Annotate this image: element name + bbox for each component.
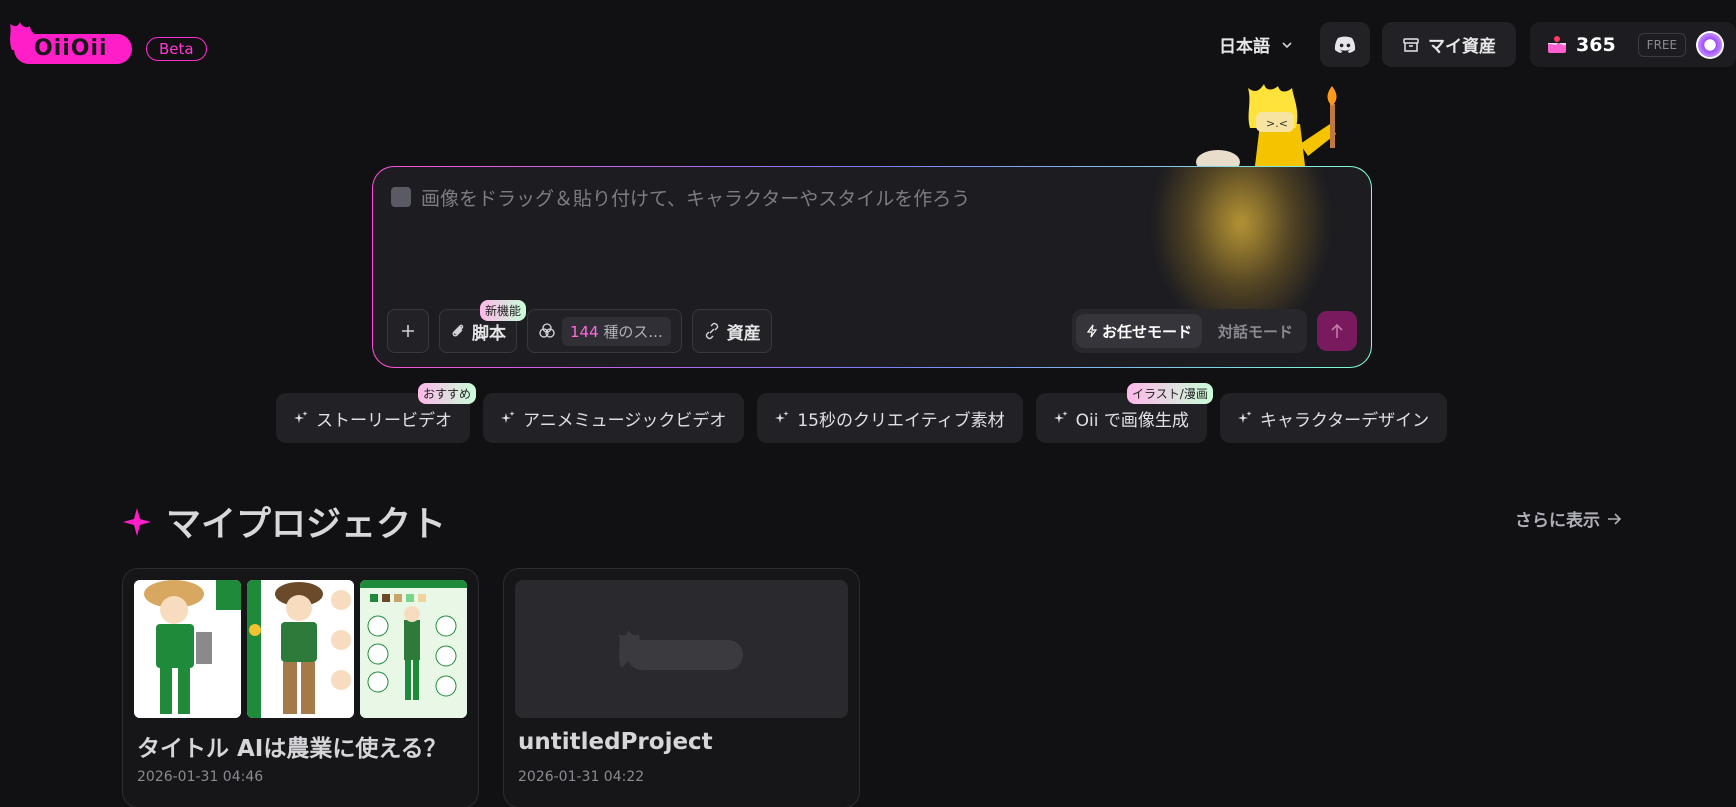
my-assets-label: マイ資産 (1428, 37, 1496, 57)
project-date: 2026-01-31 04:46 (137, 769, 264, 785)
recommended-badge: おすすめ (417, 383, 476, 404)
discord-icon (1334, 36, 1356, 53)
logo-text: OiiOii (34, 36, 108, 61)
discord-button[interactable] (1320, 22, 1370, 67)
prompt-box[interactable]: 画像をドラッグ＆貼り付けて、キャラクターやスタイルを作ろう 脚本 新機能 144… (372, 166, 1372, 368)
star-sparkle-icon (123, 507, 151, 536)
style-count-chip: 144 種のス... (562, 316, 671, 346)
project-card[interactable]: untitledProject 2026-01-31 04:22 (503, 568, 860, 807)
auto-mode-label: お任せモード (1101, 322, 1192, 341)
add-button[interactable] (387, 309, 429, 353)
my-assets-button[interactable]: マイ資産 (1382, 22, 1516, 67)
credits-count: 365 (1576, 33, 1616, 56)
style-count: 144 (570, 322, 599, 341)
projects-title: マイプロジェクト (166, 505, 447, 545)
image-icon (391, 187, 411, 207)
mode-switch: お任せモード 対話モード (1071, 309, 1307, 353)
arrow-right-icon (1608, 512, 1622, 525)
sparkle-icon (1237, 411, 1252, 423)
mascot-illustration: >.< (1196, 84, 1337, 174)
chat-mode-label: 対話モード (1217, 322, 1293, 341)
top-bar: 日本語 マイ資産 365 FREE (1219, 22, 1736, 67)
plus-icon (402, 325, 414, 337)
style-selector[interactable]: 144 種のス... (527, 309, 682, 353)
show-more-link[interactable]: さらに表示 (1515, 506, 1622, 531)
prompt-placeholder[interactable]: 画像をドラッグ＆貼り付けて、キャラクターやスタイルを作ろう (421, 184, 970, 211)
chip-label: ストーリービデオ (316, 410, 452, 431)
illustration-badge: イラスト/漫画 (1127, 383, 1213, 404)
sparkle-icon (294, 411, 308, 423)
new-feature-badge: 新機能 (479, 300, 526, 321)
character-thumbnail (247, 580, 354, 718)
chip-label: 15秒のクリエイティブ素材 (797, 410, 1005, 431)
assets-button[interactable]: 資産 (691, 309, 772, 353)
chip-label: Oii で画像生成 (1075, 410, 1189, 431)
chevron-down-icon (1282, 41, 1292, 48)
lightning-icon (1086, 324, 1098, 338)
link-icon (705, 322, 718, 340)
plan-badge: FREE (1637, 32, 1687, 57)
beta-badge: Beta (146, 37, 207, 61)
language-selector[interactable]: 日本語 (1219, 32, 1294, 57)
language-label: 日本語 (1219, 37, 1270, 57)
sparkle-icon (1053, 411, 1068, 423)
svg-text:>.<: >.< (1266, 117, 1288, 130)
project-thumbnails (134, 580, 467, 718)
chip-story-video[interactable]: ストーリービデオ おすすめ (276, 383, 476, 443)
script-label: 脚本 (472, 323, 506, 344)
chat-mode-tab[interactable]: 対話モード (1208, 314, 1303, 348)
logo-watermark-icon (618, 630, 743, 670)
suggestion-chips: ストーリービデオ おすすめ アニメミュージックビデオ 15秒のクリエイティブ素材… (276, 383, 1448, 443)
chip-label: アニメミュージックビデオ (523, 410, 727, 431)
style-suffix: 種のス... (598, 322, 663, 341)
chip-oii-image[interactable]: Oii で画像生成 イラスト/漫画 (1035, 383, 1213, 443)
chip-anime-music-video[interactable]: アニメミュージックビデオ (483, 393, 745, 443)
show-more-label: さらに表示 (1515, 511, 1600, 531)
sparkle-icon (775, 411, 789, 423)
paperclip-icon (452, 324, 464, 337)
arrow-up-icon (1331, 323, 1343, 338)
avatar[interactable] (1696, 30, 1724, 59)
project-title: タイトル AIは農業に使える？ (137, 736, 447, 762)
script-button[interactable]: 脚本 新機能 (439, 300, 526, 353)
character-thumbnail (134, 580, 241, 718)
chip-15s-creative[interactable]: 15秒のクリエイティブ素材 (757, 393, 1023, 443)
character-thumbnail (360, 580, 467, 718)
project-card[interactable]: タイトル AIは農業に使える？ 2026-01-31 04:46 (122, 568, 479, 807)
cake-icon (1548, 35, 1566, 53)
chip-label: キャラクターデザイン (1259, 410, 1430, 431)
project-date: 2026-01-31 04:22 (518, 769, 645, 785)
prompt-tools: 脚本 新機能 144 種のス... 資産 (387, 300, 772, 353)
projects-heading: マイプロジェクト (122, 496, 446, 547)
sparkle-icon (501, 411, 515, 423)
empty-thumbnail (515, 580, 848, 718)
credits-panel[interactable]: 365 FREE (1530, 22, 1736, 67)
send-button[interactable] (1317, 311, 1357, 351)
auto-mode-tab[interactable]: お任せモード (1075, 314, 1202, 348)
assets-label: 資産 (726, 323, 761, 344)
archive-icon (1403, 37, 1419, 52)
chip-character-design[interactable]: キャラクターデザイン (1219, 393, 1448, 443)
style-circles-icon (539, 323, 555, 338)
oiioii-logo: OiiOii (8, 22, 132, 64)
project-title: untitledProject (518, 729, 713, 755)
logo[interactable]: OiiOii Beta (8, 22, 207, 64)
